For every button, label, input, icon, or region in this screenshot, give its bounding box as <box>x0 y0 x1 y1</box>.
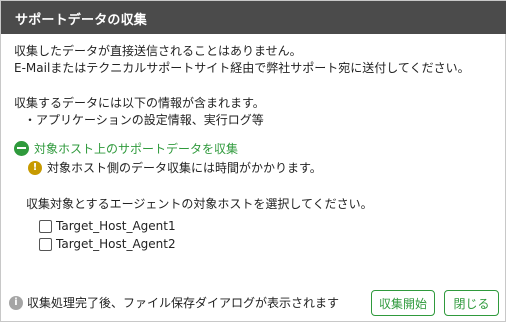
section-header-collect-host[interactable]: 対象ホスト上のサポートデータを収集 <box>14 140 238 156</box>
title-bar: サポートデータの収集 <box>1 1 506 34</box>
dialog-title: サポートデータの収集 <box>15 13 148 28</box>
info-icon: i <box>9 295 23 310</box>
intro-line-1: 収集したデータが直接送信されることはありません。 <box>14 44 302 58</box>
warning-row: ! 対象ホスト側のデータ収集には時間がかかります。 <box>28 159 322 176</box>
intro-line-2: E-Mailまたはテクニカルサポートサイト経由で弊社サポート宛に送付してください… <box>14 61 470 75</box>
select-prompt: 収集対象とするエージェントの対象ホストを選択してください。 <box>26 197 373 211</box>
minus-circle-icon[interactable] <box>14 140 29 156</box>
agent-option-2[interactable]: Target_Host_Agent2 <box>39 237 176 251</box>
contents-line-1: 収集するデータには以下の情報が含まれます。 <box>14 96 265 110</box>
agent-checkbox-1[interactable] <box>39 219 52 233</box>
contents-line-2: ・アプリケーションの設定情報、実行ログ等 <box>24 113 264 127</box>
agent-checkbox-2[interactable] <box>39 237 52 251</box>
footer-info: i 収集処理完了後、ファイル保存ダイアログが表示されます <box>9 294 339 311</box>
agent-label-2[interactable]: Target_Host_Agent2 <box>56 237 176 251</box>
support-data-dialog: サポートデータの収集 収集したデータが直接送信されることはありません。 E-Ma… <box>0 0 506 322</box>
agent-label-1[interactable]: Target_Host_Agent1 <box>56 219 176 233</box>
section-title[interactable]: 対象ホスト上のサポートデータを収集 <box>34 140 238 157</box>
close-button[interactable]: 閉じる <box>444 290 499 316</box>
agent-option-1[interactable]: Target_Host_Agent1 <box>39 219 176 233</box>
warning-text: 対象ホスト側のデータ収集には時間がかかります。 <box>47 161 322 175</box>
footer-info-text: 収集処理完了後、ファイル保存ダイアログが表示されます <box>27 296 340 310</box>
collect-start-button[interactable]: 収集開始 <box>371 290 435 316</box>
exclamation-icon: ! <box>28 160 42 175</box>
